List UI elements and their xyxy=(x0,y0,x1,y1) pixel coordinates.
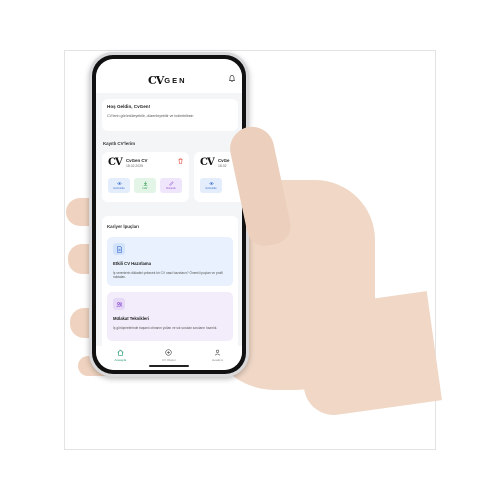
view-cv-button[interactable]: Görüntüle xyxy=(108,178,130,193)
app-header: CV GEN xyxy=(96,59,242,93)
cv-date: 18.02.2025 xyxy=(126,163,143,168)
eye-icon xyxy=(116,182,122,185)
logo-text: GEN xyxy=(164,76,187,85)
phone-bezel: CV GEN Hoş Geldin, CvGen! CV'lerin görün… xyxy=(92,55,246,374)
tip-title: Etkili CV Hazırlama xyxy=(113,261,151,266)
career-tips-title: Kariyer İpuçları xyxy=(107,224,139,229)
cv-name: CvGen CV xyxy=(126,157,148,163)
user-icon xyxy=(214,349,221,356)
tip-card[interactable]: Mülakat Teknikleri İş görüşmelerinde baş… xyxy=(107,292,233,341)
eye-icon xyxy=(208,182,214,185)
cv-card[interactable]: CV CvGen CV 18.02.2025 Görüntüle İndir D… xyxy=(102,152,189,202)
home-icon xyxy=(117,349,124,356)
app-logo: CV GEN xyxy=(148,74,187,87)
welcome-subtitle: CV'lerin görüntüleyebilir, düzenleyebili… xyxy=(107,114,194,118)
tip-title: Mülakat Teknikleri xyxy=(113,316,149,321)
view-cv-label: Görüntüle xyxy=(113,187,125,190)
cv-name: CvGe xyxy=(218,157,230,163)
welcome-card: Hoş Geldin, CvGen! CV'lerin görüntüleyeb… xyxy=(102,99,238,131)
phone-device: CV GEN Hoş Geldin, CvGen! CV'lerin görün… xyxy=(89,52,249,377)
download-icon xyxy=(143,181,147,186)
view-cv-button[interactable]: Görüntüle xyxy=(200,178,222,193)
nav-home-label: Anasayfa xyxy=(114,358,127,362)
app-screen: CV GEN Hoş Geldin, CvGen! CV'lerin görün… xyxy=(96,59,242,370)
view-cv-label: Görüntüle xyxy=(205,187,217,190)
download-cv-button[interactable]: İndir xyxy=(134,178,156,193)
cv-logo: CV xyxy=(108,157,123,168)
nav-account[interactable]: Hesabım xyxy=(198,349,238,370)
welcome-title: Hoş Geldin, CvGen! xyxy=(107,104,151,109)
edit-icon xyxy=(168,181,174,186)
edit-cv-label: Düzenle xyxy=(166,187,176,190)
home-indicator xyxy=(149,365,189,367)
plus-circle-icon xyxy=(165,349,173,356)
tip-card[interactable]: Etkili CV Hazırlama İş verenlerin dikkat… xyxy=(107,237,233,286)
nav-create-cv-label: CV Oluştur xyxy=(162,358,176,362)
people-icon xyxy=(113,298,125,310)
cv-logo: CV xyxy=(200,157,215,168)
logo-mark: CV xyxy=(148,74,164,87)
bell-icon[interactable] xyxy=(229,75,235,82)
cv-date: 18.02 xyxy=(218,163,227,168)
document-icon xyxy=(113,243,125,255)
tip-description: İş verenlerin dikkatini çekecek bir CV n… xyxy=(113,271,223,280)
saved-cvs-title: Kayıtlı CV'lerim xyxy=(103,141,136,146)
nav-account-label: Hesabım xyxy=(212,358,224,362)
nav-home[interactable]: Anasayfa xyxy=(100,349,140,370)
download-cv-label: İndir xyxy=(142,187,148,190)
tip-description: İş görüşmelerinde başarılı olmanın yolla… xyxy=(113,326,218,330)
trash-icon[interactable] xyxy=(178,158,183,164)
edit-cv-button[interactable]: Düzenle xyxy=(160,178,182,193)
career-tips-panel: Kariyer İpuçları Etkili CV Hazırlama İş … xyxy=(102,216,238,359)
